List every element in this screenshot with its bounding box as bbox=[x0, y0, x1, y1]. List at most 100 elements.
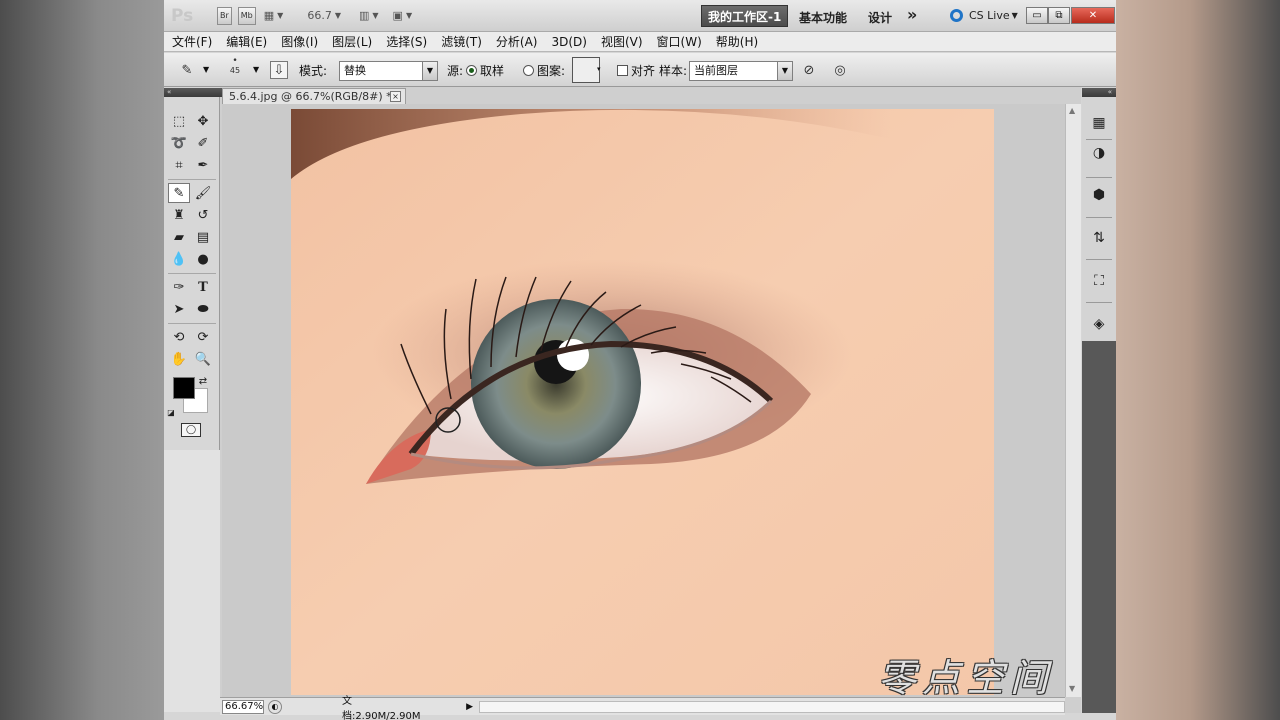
histogram-panel-icon[interactable]: ▦ bbox=[1089, 113, 1109, 133]
dodge-tool-icon[interactable]: ● bbox=[192, 249, 214, 269]
3d-panel-icon[interactable]: ⬢ bbox=[1089, 185, 1109, 205]
minimize-button[interactable]: ▭ bbox=[1026, 7, 1048, 24]
clone-source-panel-icon[interactable]: ⇅ bbox=[1089, 228, 1109, 248]
zoom-level-value: 66.7 bbox=[307, 9, 332, 22]
path-selection-tool-icon[interactable]: ➤ bbox=[168, 299, 190, 319]
scroll-down-icon[interactable]: ▼ bbox=[1069, 684, 1075, 693]
3d-orbit-tool-icon[interactable]: ⟳ bbox=[192, 327, 214, 347]
toolbox-header[interactable]: « bbox=[164, 88, 220, 97]
menu-filter[interactable]: 滤镜(T) bbox=[441, 33, 482, 50]
menu-image[interactable]: 图像(I) bbox=[281, 33, 318, 50]
chevron-down-icon[interactable]: ▼ bbox=[253, 65, 259, 74]
foreground-color-swatch[interactable] bbox=[173, 377, 195, 399]
sample-select[interactable]: 当前图层 ▼ bbox=[689, 61, 793, 81]
canvas-image[interactable] bbox=[291, 109, 994, 695]
ps-logo: Ps bbox=[171, 5, 194, 26]
workspace-design-button[interactable]: 设计 bbox=[868, 9, 892, 26]
default-colors-icon[interactable]: ◪ bbox=[164, 402, 178, 422]
close-tab-icon[interactable]: × bbox=[390, 91, 401, 102]
healing-brush-preset-icon[interactable]: ✎ bbox=[178, 61, 196, 79]
history-brush-tool-icon[interactable]: ↺ bbox=[192, 205, 214, 225]
vertical-scrollbar[interactable]: ▲ ▼ bbox=[1065, 104, 1081, 697]
view-extras-dropdown[interactable]: ▦ ▼ bbox=[264, 9, 284, 22]
right-dock: ▦ ◑ ⬢ ⇅ ⛶ ◈ bbox=[1082, 97, 1116, 713]
left-backdrop bbox=[0, 0, 164, 720]
zoom-level-dropdown[interactable]: 66.7 ▼ bbox=[307, 9, 341, 22]
menu-window[interactable]: 窗口(W) bbox=[657, 33, 702, 50]
screen-mode-icon: ▣ bbox=[392, 9, 403, 22]
cslive-icon bbox=[950, 9, 963, 22]
cslive-button[interactable]: CS Live ▼ bbox=[950, 9, 1018, 22]
adjustments-panel-icon[interactable]: ◑ bbox=[1089, 143, 1109, 163]
chevron-down-icon: ▼ bbox=[405, 11, 413, 20]
status-menu-arrow[interactable]: ▶ bbox=[466, 702, 473, 712]
menu-help[interactable]: 帮助(H) bbox=[716, 33, 758, 50]
arrange-documents-icon: ▥ bbox=[358, 9, 370, 22]
minibridge-button[interactable]: Mb bbox=[237, 6, 256, 25]
scroll-up-icon[interactable]: ▲ bbox=[1069, 106, 1075, 115]
menu-3d[interactable]: 3D(D) bbox=[551, 35, 586, 49]
menu-layer[interactable]: 图层(L) bbox=[332, 33, 372, 50]
brush-size-picker[interactable]: • 45 bbox=[226, 57, 244, 76]
chevron-down-icon[interactable]: ▼ bbox=[203, 65, 209, 74]
document-tab[interactable]: 5.6.4.jpg @ 66.7%(RGB/8#) * × bbox=[222, 88, 406, 104]
dock-divider bbox=[1086, 259, 1112, 260]
menu-edit[interactable]: 编辑(E) bbox=[226, 33, 267, 50]
zoom-field[interactable]: 66.67% bbox=[222, 699, 264, 714]
menu-file[interactable]: 文件(F) bbox=[172, 33, 212, 50]
close-button[interactable]: ✕ bbox=[1071, 7, 1115, 24]
eye-photo bbox=[291, 109, 994, 695]
mode-select[interactable]: 替换 ▼ bbox=[339, 61, 438, 81]
lasso-tool-icon[interactable]: ➰ bbox=[168, 133, 190, 153]
healing-brush-tool-icon[interactable]: ✎ bbox=[168, 183, 190, 203]
dock-header[interactable]: « bbox=[1082, 88, 1116, 97]
hand-tool-icon[interactable]: ✋ bbox=[168, 349, 190, 369]
horizontal-scrollbar[interactable] bbox=[479, 700, 1065, 713]
eraser-tool-icon[interactable]: ▰ bbox=[168, 227, 190, 247]
workspace-more-button[interactable]: » bbox=[907, 5, 917, 24]
source-pattern-radio[interactable]: 图案: bbox=[523, 62, 565, 79]
menu-select[interactable]: 选择(S) bbox=[386, 33, 427, 50]
quick-mask-icon[interactable]: ◯ bbox=[181, 423, 201, 437]
dock-divider bbox=[1086, 139, 1112, 140]
layers-panel-icon[interactable]: ◈ bbox=[1089, 314, 1109, 334]
workspace-active-button[interactable]: 我的工作区-1 bbox=[701, 5, 789, 27]
title-bar: Ps Br Mb ▦ ▼ 66.7 ▼ ▥ ▼ ▣ ▼ 我的工作区-1 基本功能 设计 … bbox=[164, 0, 1116, 32]
brush-size-value: 45 bbox=[229, 66, 241, 75]
workspace-essentials-button[interactable]: 基本功能 bbox=[799, 9, 847, 26]
marquee-tool-icon[interactable]: ⬚ bbox=[168, 111, 190, 131]
dock-divider bbox=[1086, 217, 1112, 218]
ellipse-tool-icon[interactable]: ⬬ bbox=[192, 299, 214, 319]
menu-analysis[interactable]: 分析(A) bbox=[496, 33, 538, 50]
pressure-icon[interactable]: ◎ bbox=[831, 61, 849, 79]
source-sampled-radio[interactable]: 取样 bbox=[466, 62, 504, 79]
photoshop-window: Ps Br Mb ▦ ▼ 66.7 ▼ ▥ ▼ ▣ ▼ 我的工作区-1 基本功能 设计 … bbox=[164, 0, 1116, 720]
pattern-picker[interactable] bbox=[572, 57, 600, 83]
clone-stamp-tool-icon[interactable]: ♜ bbox=[168, 205, 190, 225]
chevron-down-icon[interactable]: ▾ bbox=[597, 65, 601, 73]
screen-mode-dropdown[interactable]: ▣ ▼ bbox=[393, 9, 413, 22]
eyedropper-tool-icon[interactable]: ✒ bbox=[192, 155, 214, 175]
blur-tool-icon[interactable]: 💧 bbox=[168, 249, 190, 269]
crop-tool-icon[interactable]: ⌗ bbox=[168, 155, 190, 175]
clone-source-icon[interactable]: ⇩ bbox=[270, 61, 288, 79]
brush-tool-icon[interactable]: 🖌 bbox=[192, 183, 214, 203]
quick-select-tool-icon[interactable]: ✐ bbox=[192, 133, 214, 153]
3d-rotate-tool-icon[interactable]: ⟲ bbox=[168, 327, 190, 347]
restore-button[interactable]: ⧉ bbox=[1048, 7, 1070, 24]
chevron-down-icon: ▼ bbox=[777, 62, 792, 80]
aligned-checkbox[interactable]: 对齐 bbox=[617, 62, 655, 79]
bridge-button[interactable]: Br bbox=[217, 6, 232, 25]
status-info-icon[interactable]: ◐ bbox=[268, 699, 282, 714]
zoom-tool-icon[interactable]: 🔍 bbox=[192, 349, 214, 369]
masks-panel-icon[interactable]: ⛶ bbox=[1089, 271, 1109, 291]
type-tool-icon[interactable]: T bbox=[192, 277, 214, 297]
ignore-adjustment-layers-icon[interactable]: ⊘ bbox=[800, 61, 818, 79]
move-tool-icon[interactable]: ✥ bbox=[192, 111, 214, 131]
window-controls: ▭ ⧉ ✕ bbox=[1026, 7, 1115, 24]
gradient-tool-icon[interactable]: ▤ bbox=[192, 227, 214, 247]
arrange-documents-dropdown[interactable]: ▥ ▼ bbox=[359, 9, 379, 22]
radio-empty-icon bbox=[523, 65, 534, 76]
pen-tool-icon[interactable]: ✑ bbox=[168, 277, 190, 297]
menu-view[interactable]: 视图(V) bbox=[601, 33, 643, 50]
